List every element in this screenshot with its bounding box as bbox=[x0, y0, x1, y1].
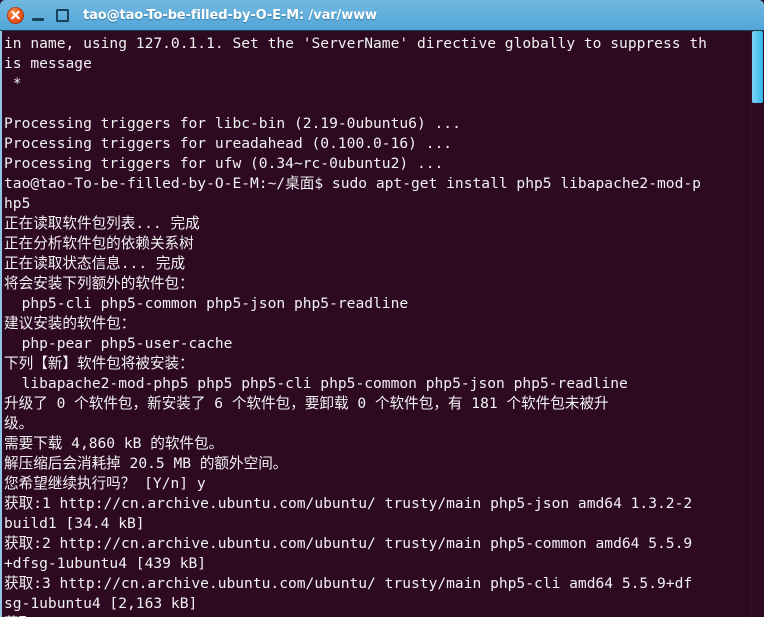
terminal-line: 建议安装的软件包： bbox=[4, 315, 136, 332]
terminal-line: 正在读取状态信息... 完成 bbox=[4, 255, 186, 272]
terminal-window: tao@tao-To-be-filled-by-O-E-M: /var/www … bbox=[0, 0, 764, 617]
terminal-line: in name, using 127.0.1.1. Set the 'Serve… bbox=[4, 35, 707, 52]
terminal-line: php-pear php5-user-cache bbox=[4, 335, 233, 352]
terminal-line: 获取:2 http://cn.archive.ubuntu.com/ubuntu… bbox=[4, 535, 693, 552]
terminal-line: 您希望继续执行吗？ [Y/n] y bbox=[4, 475, 206, 492]
terminal-line: 正在分析软件包的依赖关系树 bbox=[4, 235, 194, 252]
terminal-line: is message bbox=[4, 55, 92, 72]
window-titlebar[interactable]: tao@tao-To-be-filled-by-O-E-M: /var/www bbox=[0, 0, 764, 31]
terminal-line: tao@tao-To-be-filled-by-O-E-M:~/桌面$ sudo… bbox=[4, 175, 701, 192]
window-title: tao@tao-To-be-filled-by-O-E-M: /var/www bbox=[83, 7, 377, 23]
minimize-icon[interactable] bbox=[30, 7, 47, 24]
terminal-line: 升级了 0 个软件包，新安装了 6 个软件包，要卸载 0 个软件包，有 181 … bbox=[4, 395, 609, 412]
terminal-body: in name, using 127.0.1.1. Set the 'Serve… bbox=[0, 31, 764, 617]
terminal-line: 正在读取软件包列表... 完成 bbox=[4, 215, 200, 232]
terminal-line: 将会安装下列额外的软件包： bbox=[4, 275, 194, 292]
terminal-line: +dfsg-1ubuntu4 [439 kB] bbox=[4, 555, 207, 572]
terminal-line: 获取:3 http://cn.archive.ubuntu.com/ubuntu… bbox=[4, 575, 693, 592]
terminal-line: php5-cli php5-common php5-json php5-read… bbox=[4, 295, 409, 312]
terminal-line: build1 [34.4 kB] bbox=[4, 515, 145, 532]
terminal-line: 解压缩后会消耗掉 20.5 MB 的额外空间。 bbox=[4, 455, 288, 472]
close-icon[interactable] bbox=[7, 6, 24, 24]
terminal-scrollbar[interactable] bbox=[750, 31, 764, 617]
maximize-icon[interactable] bbox=[53, 7, 70, 24]
terminal-line: 级。 bbox=[4, 415, 34, 432]
terminal-line: Processing triggers for ureadahead (0.10… bbox=[4, 135, 453, 152]
terminal-line: Processing triggers for libc-bin (2.19-0… bbox=[4, 115, 461, 132]
terminal-line: 下列【新】软件包将被安装： bbox=[4, 355, 194, 372]
scrollbar-thumb[interactable] bbox=[752, 31, 763, 103]
terminal-line: sg-1ubuntu4 [2,163 kB] bbox=[4, 595, 198, 612]
terminal-line: * bbox=[4, 75, 22, 92]
terminal-line: libapache2-mod-php5 php5 php5-cli php5-c… bbox=[4, 375, 628, 392]
terminal-line: hp5 bbox=[4, 195, 31, 212]
terminal-line: 获取:1 http://cn.archive.ubuntu.com/ubuntu… bbox=[4, 495, 693, 512]
terminal-line: Processing triggers for ufw (0.34~rc-0ub… bbox=[4, 155, 444, 172]
terminal-line: 需要下载 4,860 kB 的软件包。 bbox=[4, 435, 224, 452]
terminal-screen[interactable]: in name, using 127.0.1.1. Set the 'Serve… bbox=[2, 31, 750, 617]
